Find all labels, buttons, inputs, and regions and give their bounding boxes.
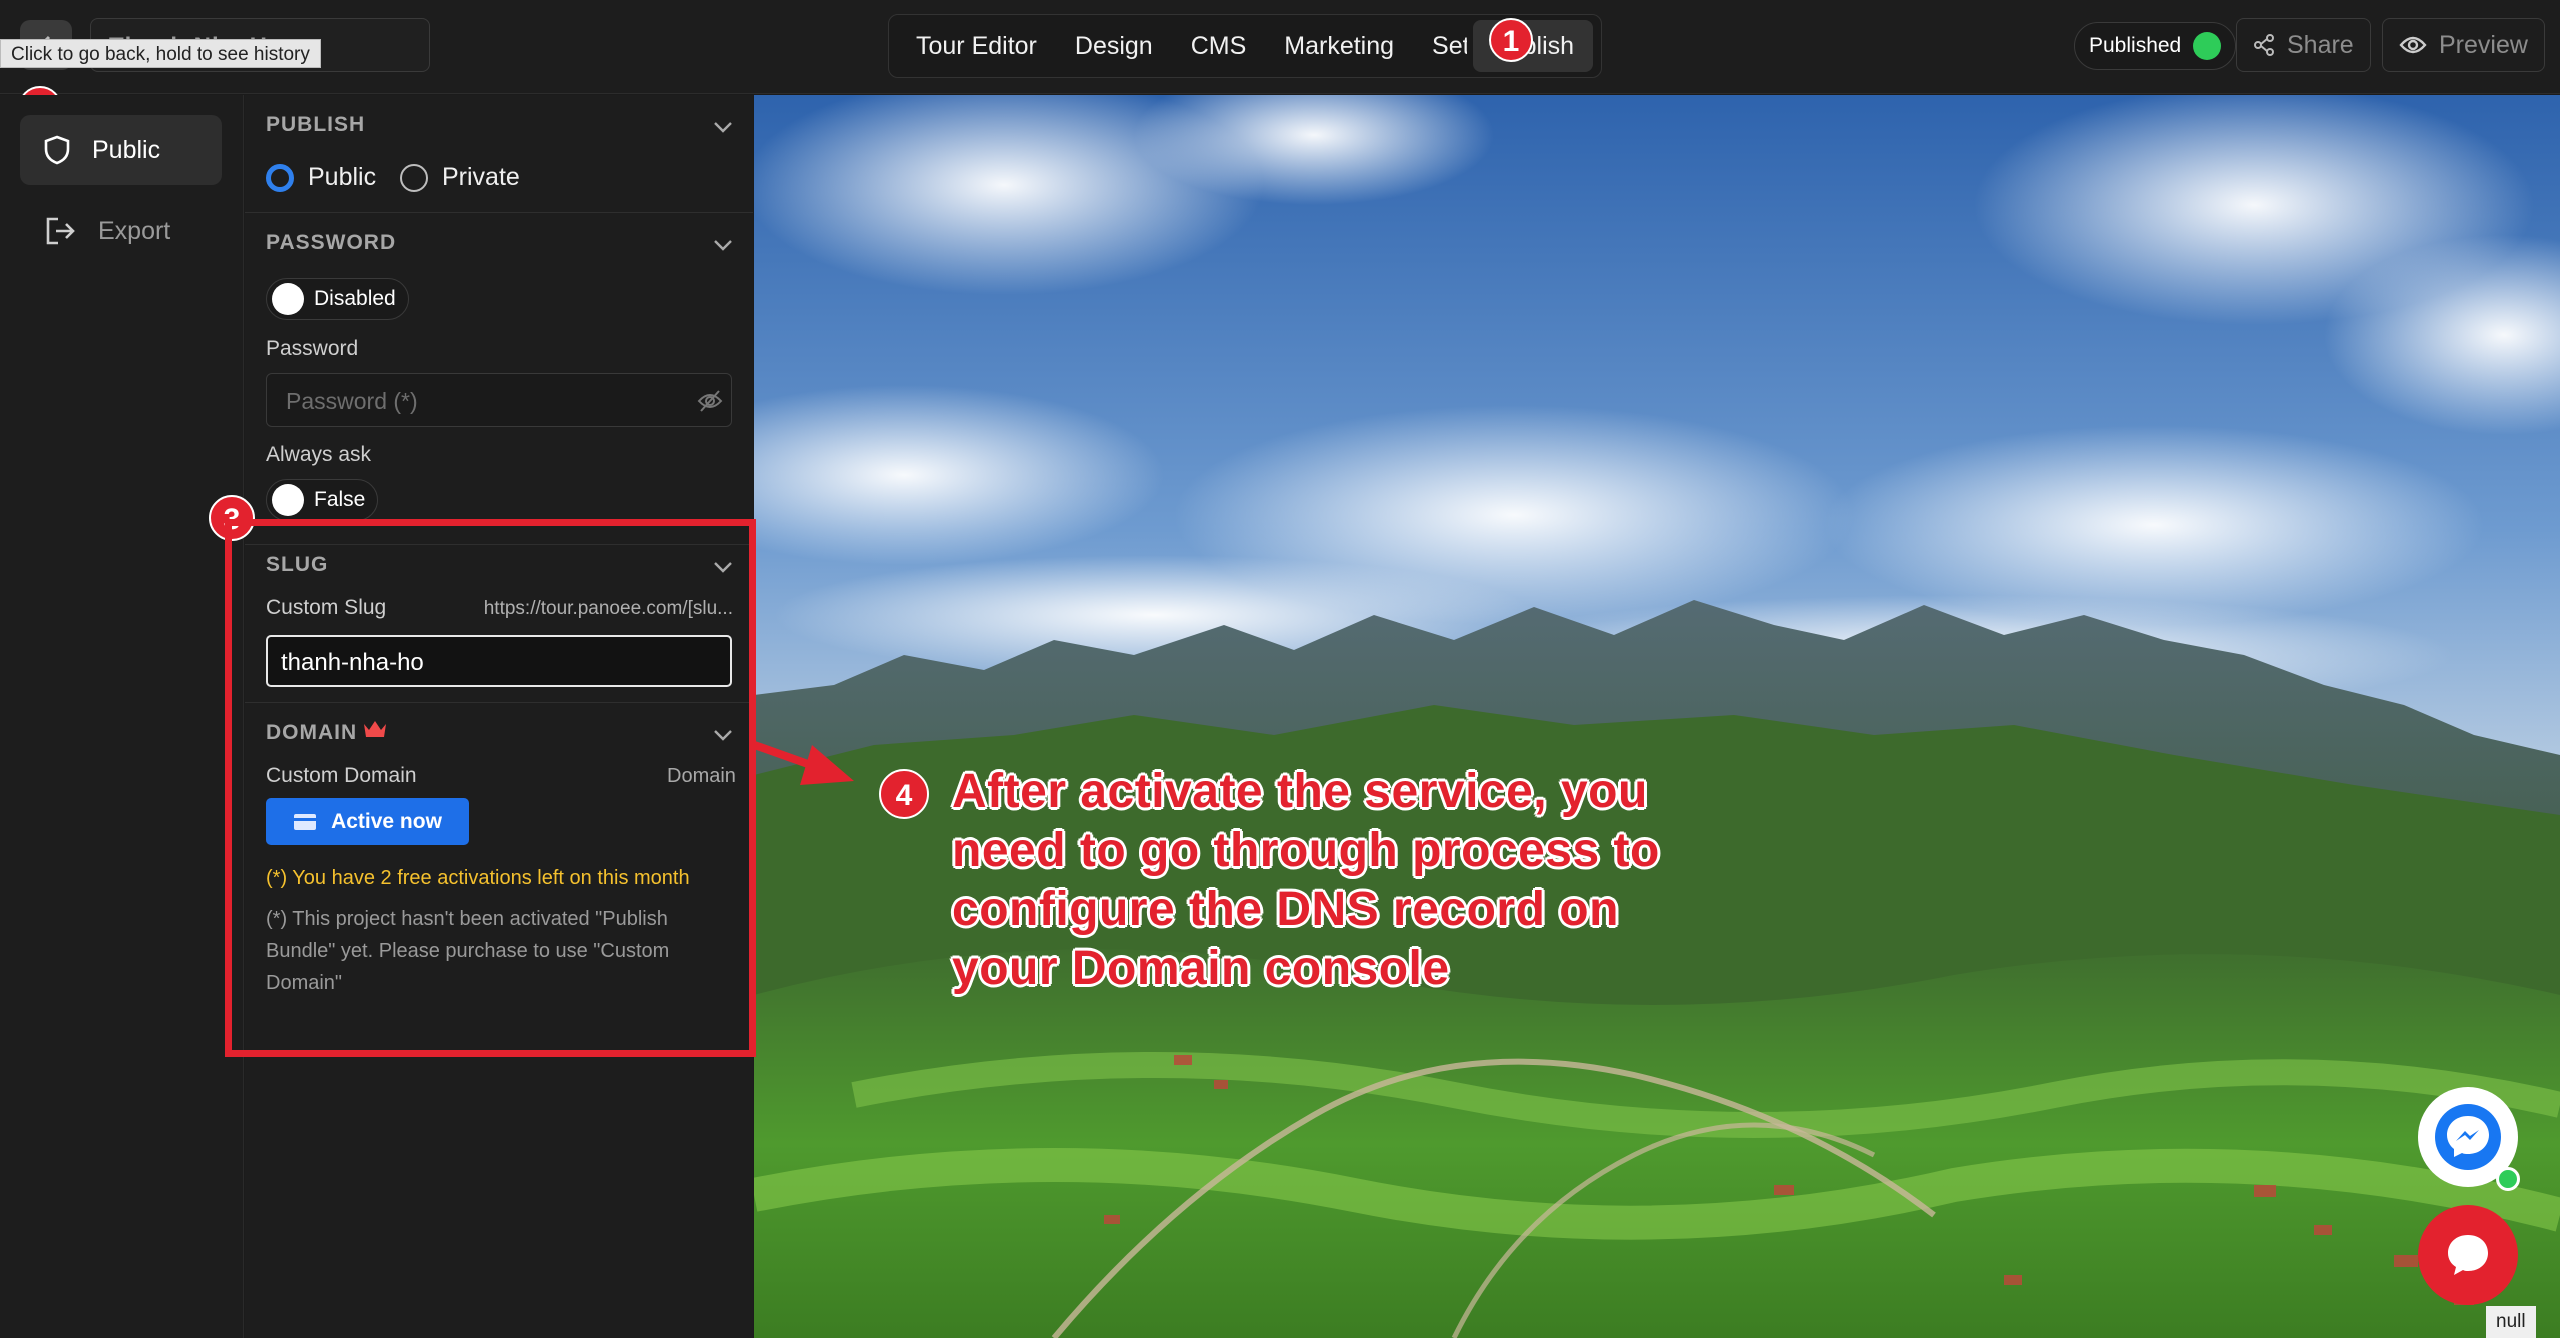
chat-button[interactable] <box>2418 1205 2518 1305</box>
shield-icon <box>44 135 70 165</box>
domain-section-heading: DOMAIN <box>266 721 358 744</box>
radio-label: Public <box>308 163 377 191</box>
custom-domain-label: Custom Domain <box>266 764 417 787</box>
share-label: Share <box>2287 30 2354 59</box>
active-now-label: Active now <box>331 809 442 833</box>
null-tag: null <box>2486 1306 2536 1338</box>
custom-slug-label: Custom Slug <box>266 596 387 619</box>
panorama-image <box>754 95 2560 1338</box>
chevron-down-icon[interactable] <box>711 115 735 139</box>
slug-url-hint: https://tour.panoee.com/[slu... <box>483 598 733 619</box>
divider <box>245 702 753 703</box>
step-badge-3: 3 <box>209 495 255 541</box>
publish-settings-panel: PUBLISH Public Private PASSWORD Disabled… <box>245 95 753 1338</box>
tab-design[interactable]: Design <box>1056 20 1172 72</box>
divider <box>245 544 753 545</box>
sidebar-item-export[interactable]: Export <box>20 196 222 266</box>
tab-cms[interactable]: CMS <box>1172 20 1266 72</box>
password-input[interactable]: Password (*) <box>266 373 732 427</box>
slug-input[interactable]: thanh-nha-ho <box>266 635 732 687</box>
app-window: Thanh Nha Ho Click to go back, hold to s… <box>0 0 2560 1338</box>
status-dot <box>2193 32 2222 60</box>
always-ask-toggle[interactable]: False <box>266 479 379 521</box>
publish-section-heading: PUBLISH <box>266 113 366 136</box>
export-icon <box>46 217 75 245</box>
chat-icon <box>2448 1235 2488 1275</box>
preview-label: Preview <box>2439 30 2528 59</box>
share-button[interactable]: Share <box>2236 18 2371 72</box>
activation-info-note: (*) This project hasn't been activated "… <box>266 908 670 994</box>
back-tooltip: Click to go back, hold to see history <box>0 39 321 68</box>
sidebar-item-public[interactable]: Public <box>20 115 222 185</box>
tab-settings[interactable]: Settings <box>1413 20 1467 72</box>
active-now-button[interactable]: Active now <box>266 798 469 845</box>
messenger-icon <box>2435 1104 2501 1170</box>
divider <box>245 212 753 213</box>
domain-label: Domain <box>667 765 736 787</box>
toggle-label: Disabled <box>314 287 396 310</box>
password-label: Password <box>266 337 359 360</box>
toggle-knob <box>272 484 304 516</box>
preview-button[interactable]: Preview <box>2382 18 2545 72</box>
sidebar-item-label: Export <box>98 216 171 245</box>
toggle-knob <box>272 283 304 315</box>
radio-private[interactable]: Private <box>400 163 520 192</box>
credit-card-icon <box>294 813 317 830</box>
toggle-label: False <box>314 488 366 511</box>
free-activations-note: (*) You have 2 free activations left on … <box>266 867 690 889</box>
publish-status-label: Published <box>2089 34 2182 57</box>
password-placeholder: Password (*) <box>286 388 418 414</box>
radio-button-selected <box>266 163 294 192</box>
top-bar: Thanh Nha Ho Click to go back, hold to s… <box>0 0 2560 94</box>
slug-section-heading: SLUG <box>266 553 329 576</box>
share-icon <box>2254 34 2274 56</box>
radio-public[interactable]: Public <box>266 163 376 192</box>
step-badge-1: 1 <box>1489 18 1533 62</box>
radio-button <box>400 163 428 192</box>
step-badge-4: 4 <box>879 769 929 819</box>
online-status-dot <box>2496 1167 2520 1191</box>
publish-status-toggle[interactable]: Published <box>2074 22 2237 70</box>
tab-marketing[interactable]: Marketing <box>1265 20 1413 72</box>
chevron-down-icon[interactable] <box>711 233 735 257</box>
panorama-viewer[interactable]: After activate the service, you need to … <box>754 95 2560 1338</box>
eye-icon <box>2399 36 2427 54</box>
slug-value: thanh-nha-ho <box>281 649 424 676</box>
radio-label: Private <box>442 163 520 191</box>
settings-sidebar: Public Export <box>0 95 244 1338</box>
tab-tour-editor[interactable]: Tour Editor <box>897 20 1056 72</box>
password-section-heading: PASSWORD <box>266 231 397 254</box>
chevron-down-icon[interactable] <box>711 723 735 747</box>
crown-icon <box>364 721 386 737</box>
eye-off-icon[interactable] <box>697 389 723 413</box>
chevron-down-icon[interactable] <box>711 555 735 579</box>
sidebar-item-label: Public <box>92 135 161 164</box>
annotation-callout: After activate the service, you need to … <box>952 765 1660 995</box>
annotation-arrow <box>754 740 854 785</box>
always-ask-label: Always ask <box>266 443 372 466</box>
password-toggle[interactable]: Disabled <box>266 278 409 320</box>
